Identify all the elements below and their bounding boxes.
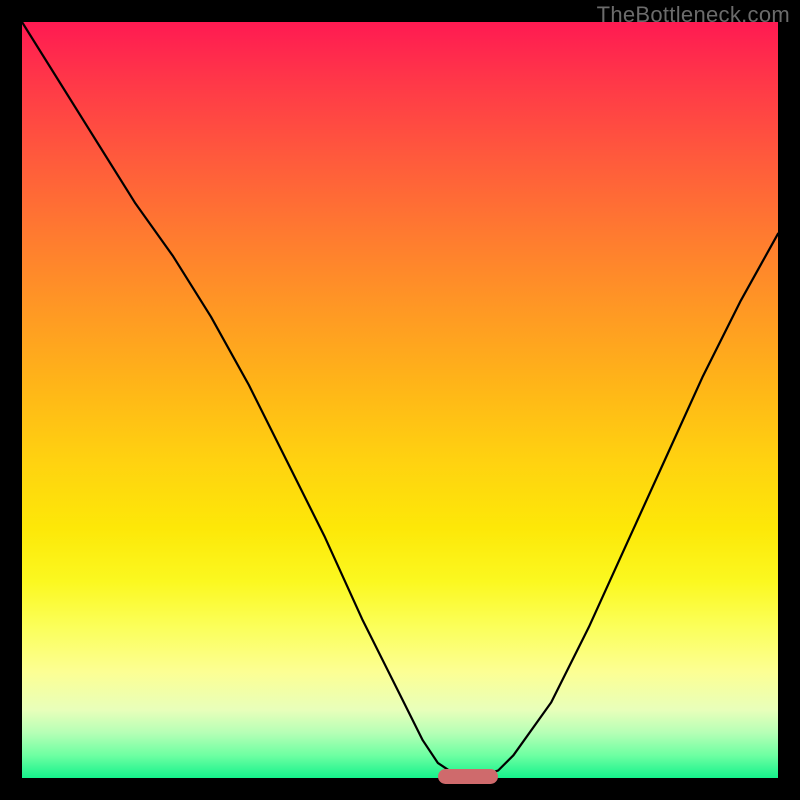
plot-area bbox=[22, 22, 778, 778]
optimum-marker bbox=[438, 769, 498, 784]
chart-frame: TheBottleneck.com bbox=[0, 0, 800, 800]
curve-path bbox=[22, 22, 778, 778]
bottleneck-curve bbox=[22, 22, 778, 778]
